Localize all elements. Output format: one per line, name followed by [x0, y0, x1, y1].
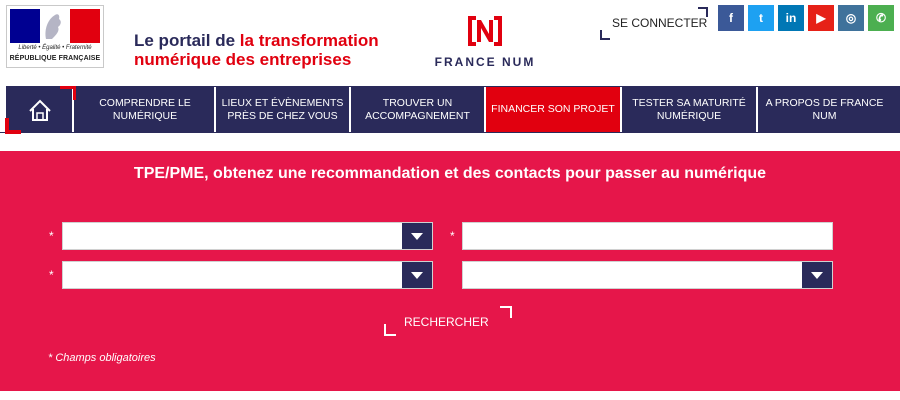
nav-item-a-propos[interactable]: A PROPOS DE FRANCE NUM	[758, 87, 891, 132]
chevron-down-icon	[402, 262, 432, 288]
login-corner-bottom	[600, 30, 610, 40]
header: Liberté • Égalité • Fraternité RÉPUBLIQU…	[0, 0, 900, 80]
nav-home-button[interactable]	[6, 87, 74, 132]
search-corner-top	[500, 306, 512, 318]
required-star: *	[49, 268, 54, 282]
republique-francaise-logo[interactable]: Liberté • Égalité • Fraternité RÉPUBLIQU…	[6, 5, 104, 68]
required-star: *	[450, 229, 455, 243]
search-button[interactable]: RECHERCHER	[384, 306, 512, 336]
twitter-icon[interactable]: t	[748, 5, 774, 31]
panel-title: TPE/PME, obtenez une recommandation et d…	[133, 165, 767, 182]
social-links: f t in ▶ ◎ ✆	[718, 5, 894, 31]
site-tagline: Le portail de la transformation numériqu…	[134, 31, 414, 69]
france-num-mark-icon	[468, 16, 502, 46]
home-icon	[29, 99, 51, 121]
home-accent	[5, 130, 21, 134]
nav-item-comprendre[interactable]: COMPRENDRE LE NUMÉRIQUE	[76, 87, 214, 132]
activity-select[interactable]	[62, 222, 433, 250]
need-select[interactable]	[62, 261, 433, 289]
france-num-logo[interactable]: FRANCE NUM	[430, 14, 540, 70]
rf-motto: Liberté • Égalité • Fraternité	[18, 45, 92, 51]
login-label: SE CONNECTER	[612, 16, 708, 30]
marianne-flag	[10, 9, 100, 43]
location-input[interactable]	[462, 222, 833, 250]
search-label: RECHERCHER	[404, 315, 489, 329]
rf-name: RÉPUBLIQUE FRANÇAISE	[9, 55, 101, 62]
search-corner-bottom	[384, 324, 396, 336]
chevron-down-icon	[402, 223, 432, 249]
france-num-name: FRANCE NUM	[434, 55, 536, 69]
nav-item-lieux[interactable]: LIEUX ET ÉVÈNEMENTS PRÈS DE CHEZ VOUS	[216, 87, 349, 132]
linkedin-icon[interactable]: in	[778, 5, 804, 31]
required-fields-note: * Champs obligatoires	[48, 352, 156, 364]
chevron-down-icon	[802, 262, 832, 288]
tagline-part1: Le portail de	[134, 31, 240, 50]
nav-item-maturite[interactable]: TESTER SA MATURITÉ NUMÉRIQUE	[622, 87, 756, 132]
facebook-icon[interactable]: f	[718, 5, 744, 31]
login-link[interactable]: SE CONNECTER	[600, 7, 708, 40]
whatsapp-icon[interactable]: ✆	[868, 5, 894, 31]
required-star: *	[49, 229, 54, 243]
nav-item-financer[interactable]: FINANCER SON PROJET	[486, 87, 620, 132]
size-select[interactable]	[462, 261, 833, 289]
youtube-icon[interactable]: ▶	[808, 5, 834, 31]
instagram-icon[interactable]: ◎	[838, 5, 864, 31]
nav-item-accompagnement[interactable]: TROUVER UN ACCOMPAGNEMENT	[351, 87, 484, 132]
